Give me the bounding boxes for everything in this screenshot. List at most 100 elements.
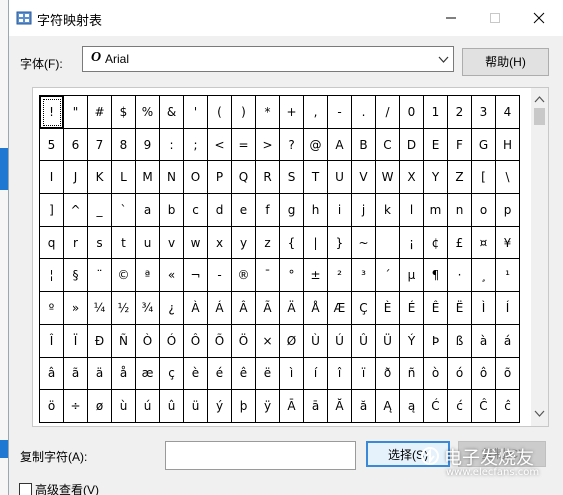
character-cell[interactable]: ³ <box>352 259 376 293</box>
character-cell[interactable]: Q <box>232 161 256 195</box>
character-cell[interactable]: £ <box>448 226 472 260</box>
character-cell[interactable]: ß <box>448 324 472 358</box>
help-button[interactable]: 帮助(H) <box>462 48 549 76</box>
character-cell[interactable]: 4 <box>496 96 520 129</box>
character-cell[interactable]: Ã <box>256 292 280 325</box>
character-cell[interactable]: Ö <box>232 324 256 358</box>
character-cell[interactable] <box>376 226 400 260</box>
character-cell[interactable]: ā <box>304 390 328 423</box>
character-cell[interactable]: à <box>472 324 496 358</box>
character-cell[interactable]: ¯ <box>256 259 280 293</box>
character-cell[interactable]: Í <box>496 292 520 325</box>
character-cell[interactable]: U <box>328 161 352 195</box>
character-cell[interactable]: h <box>304 194 328 227</box>
character-cell[interactable]: Ü <box>376 324 400 358</box>
character-cell[interactable]: ® <box>232 259 256 293</box>
character-cell[interactable]: Æ <box>328 292 352 325</box>
character-cell[interactable]: w <box>184 226 208 260</box>
character-cell[interactable]: î <box>328 357 352 391</box>
character-cell[interactable]: S <box>280 161 304 195</box>
character-cell[interactable]: ¬ <box>184 259 208 293</box>
character-cell[interactable]: â <box>40 357 64 391</box>
character-cell[interactable]: Ç <box>352 292 376 325</box>
character-cell[interactable]: " <box>64 96 88 129</box>
character-cell[interactable]: º <box>40 292 64 325</box>
character-cell[interactable]: õ <box>496 357 520 391</box>
character-cell[interactable]: 8 <box>112 128 136 162</box>
character-cell[interactable]: 0 <box>400 96 424 129</box>
character-cell[interactable]: ý <box>208 390 232 423</box>
character-cell[interactable]: Ć <box>424 390 448 423</box>
character-cell[interactable]: [ <box>472 161 496 195</box>
character-cell[interactable]: m <box>424 194 448 227</box>
scroll-up-icon[interactable] <box>534 94 545 105</box>
character-cell[interactable]: , <box>304 96 328 129</box>
character-cell[interactable]: g <box>280 194 304 227</box>
character-cell[interactable]: l <box>400 194 424 227</box>
character-cell[interactable]: ñ <box>400 357 424 391</box>
character-cell[interactable]: Ï <box>64 324 88 358</box>
checkbox-box[interactable] <box>19 483 32 495</box>
character-cell[interactable]: Õ <box>208 324 232 358</box>
character-cell[interactable]: ± <box>304 259 328 293</box>
character-cell[interactable]: t <box>112 226 136 260</box>
character-cell[interactable]: ´ <box>376 259 400 293</box>
character-cell[interactable]: 7 <box>88 128 112 162</box>
character-cell[interactable]: C <box>376 128 400 162</box>
character-cell[interactable]: P <box>208 161 232 195</box>
character-cell[interactable]: ø <box>88 390 112 423</box>
character-cell[interactable]: . <box>352 96 376 129</box>
character-cell[interactable]: M <box>136 161 160 195</box>
character-cell[interactable]: e <box>232 194 256 227</box>
title-bar[interactable]: 字符映射表 <box>9 0 563 36</box>
character-cell[interactable]: - <box>328 96 352 129</box>
character-cell[interactable]: ¡ <box>400 226 424 260</box>
character-cell[interactable]: ? <box>280 128 304 162</box>
character-cell[interactable]: é <box>208 357 232 391</box>
character-cell[interactable]: ą <box>400 390 424 423</box>
character-cell[interactable]: H <box>496 128 520 162</box>
character-cell[interactable]: O <box>184 161 208 195</box>
character-cell[interactable]: \ <box>496 161 520 195</box>
character-cell[interactable]: ÷ <box>64 390 88 423</box>
character-cell[interactable]: ÿ <box>256 390 280 423</box>
character-cell[interactable]: ( <box>208 96 232 129</box>
character-cell[interactable]: | <box>304 226 328 260</box>
character-cell[interactable]: L <box>112 161 136 195</box>
character-cell[interactable]: n <box>448 194 472 227</box>
character-cell[interactable]: > <box>256 128 280 162</box>
character-cell[interactable]: % <box>136 96 160 129</box>
character-cell[interactable]: Ĉ <box>472 390 496 423</box>
character-cell[interactable]: ¦ <box>40 259 64 293</box>
character-cell[interactable]: s <box>88 226 112 260</box>
character-cell[interactable]: W <box>376 161 400 195</box>
character-cell[interactable]: b <box>160 194 184 227</box>
character-cell[interactable]: Ý <box>400 324 424 358</box>
character-cell[interactable]: × <box>256 324 280 358</box>
character-cell[interactable]: þ <box>232 390 256 423</box>
scroll-down-icon[interactable] <box>534 408 545 419</box>
character-cell[interactable]: Û <box>352 324 376 358</box>
character-cell[interactable]: E <box>424 128 448 162</box>
character-cell[interactable]: ä <box>88 357 112 391</box>
character-cell[interactable]: Ð <box>88 324 112 358</box>
character-cell[interactable]: F <box>448 128 472 162</box>
character-cell[interactable]: Î <box>40 324 64 358</box>
character-cell[interactable]: û <box>160 390 184 423</box>
character-cell[interactable]: È <box>376 292 400 325</box>
character-cell[interactable]: ĉ <box>496 390 520 423</box>
character-cell[interactable]: } <box>328 226 352 260</box>
character-cell[interactable]: © <box>112 259 136 293</box>
character-cell[interactable]: R <box>256 161 280 195</box>
character-cell[interactable]: Ñ <box>112 324 136 358</box>
scrollbar-thumb[interactable] <box>534 108 545 125</box>
character-cell[interactable]: x <box>208 226 232 260</box>
character-cell[interactable]: µ <box>400 259 424 293</box>
character-cell[interactable]: ð <box>376 357 400 391</box>
character-cell[interactable]: ï <box>352 357 376 391</box>
character-cell[interactable]: J <box>64 161 88 195</box>
copy-characters-field[interactable] <box>165 441 356 470</box>
character-cell[interactable]: 5 <box>40 128 64 162</box>
character-cell[interactable]: o <box>472 194 496 227</box>
character-cell[interactable]: ć <box>448 390 472 423</box>
